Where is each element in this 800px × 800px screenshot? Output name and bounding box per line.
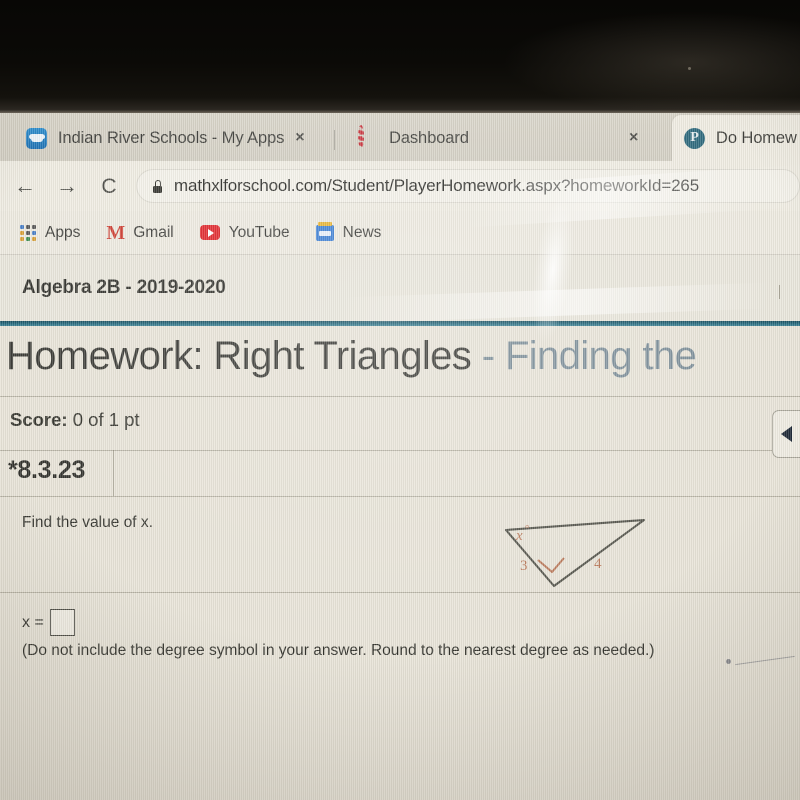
photo-artifact-mark — [779, 285, 780, 299]
browser-tab-title: Dashboard — [389, 128, 469, 147]
browser-toolbar: ← → C mathxlforschool.com/Student/Player… — [0, 161, 800, 211]
youtube-icon — [199, 225, 220, 240]
course-header-rule — [0, 321, 800, 326]
browser-tab-close-icon[interactable]: × — [295, 130, 304, 146]
browser-tab-close-icon[interactable]: × — [629, 130, 638, 146]
bookmark-label: Gmail — [133, 223, 174, 241]
screenshot-root: Indian River Schools - My Apps × Dashboa… — [0, 0, 800, 800]
tab-separator — [334, 130, 335, 150]
apps-grid-icon — [20, 224, 36, 241]
question-prompt: Find the value of x. — [22, 514, 153, 531]
divider-below-question-number — [0, 496, 800, 497]
gmail-icon: M — [106, 221, 125, 244]
answer-instructions: (Do not include the degree symbol in you… — [22, 642, 655, 659]
divider-below-score — [0, 450, 800, 451]
bookmarks-bar: Apps M Gmail YouTube News — [0, 211, 800, 255]
course-name: Algebra 2B - 2019-2020 — [22, 277, 226, 298]
divider-above-score — [0, 396, 800, 397]
address-bar[interactable]: mathxlforschool.com/Student/PlayerHomewo… — [136, 169, 800, 203]
triangle-svg — [504, 518, 646, 588]
monitor-bezel — [0, 0, 800, 113]
page-title-dash: - — [471, 334, 505, 378]
lock-icon — [152, 179, 163, 193]
back-icon[interactable]: ← — [8, 169, 42, 203]
cloud-icon — [26, 127, 47, 149]
page-title-tail: Finding the — [504, 334, 697, 378]
google-news-icon — [315, 222, 334, 241]
bookmark-label: Apps — [45, 223, 81, 241]
question-number-divider — [113, 450, 114, 496]
answer-input[interactable] — [49, 609, 75, 636]
right-triangle-figure: x ° 3 4 — [492, 508, 672, 603]
triangle-angle-label: x — [516, 528, 523, 544]
page-title: Homework: Right Triangles - Finding the — [6, 334, 800, 379]
bookmark-gmail[interactable]: M Gmail — [106, 223, 173, 243]
triangle-degree-symbol: ° — [525, 523, 530, 535]
question-number: *8.3.23 — [8, 456, 86, 484]
photo-artifact-mark — [726, 659, 731, 664]
bookmark-label: News — [342, 223, 382, 241]
previous-question-button[interactable] — [772, 410, 800, 458]
pearson-p-icon: P — [684, 127, 705, 149]
bookmark-label: YouTube — [228, 223, 290, 241]
score-value: 0 of 1 pt — [72, 409, 140, 430]
bookmark-youtube[interactable]: YouTube — [199, 223, 290, 242]
bookmark-apps[interactable]: Apps — [20, 224, 80, 242]
course-header: Algebra 2B - 2019-2020 — [0, 255, 800, 323]
browser-tab-strip: Indian River Schools - My Apps × Dashboa… — [0, 113, 800, 161]
address-bar-url: mathxlforschool.com/Student/PlayerHomewo… — [174, 176, 700, 195]
triangle-side-left-label: 3 — [520, 558, 528, 574]
browser-tab-do-homework[interactable]: P Do Homew — [672, 115, 800, 161]
canvas-ring-icon — [357, 124, 378, 149]
page-title-main: Homework: Right Triangles — [6, 334, 472, 378]
answer-row: x = — [22, 609, 75, 636]
forward-icon[interactable]: → — [50, 169, 84, 203]
divider-above-answer — [0, 592, 800, 593]
triangle-side-right-label: 4 — [594, 556, 602, 572]
browser-tab-indian-river-schools[interactable]: Indian River Schools - My Apps × — [14, 115, 334, 161]
browser-tab-dashboard[interactable]: Dashboard × — [345, 115, 665, 161]
bookmark-news[interactable]: News — [315, 222, 382, 242]
score-line: Score: 0 of 1 pt — [10, 409, 140, 431]
bezel-speck — [688, 67, 691, 70]
score-label: Score: — [10, 409, 68, 430]
right-angle-marker — [537, 557, 565, 574]
answer-prefix: x = — [22, 613, 44, 631]
reload-icon[interactable]: C — [92, 169, 126, 203]
browser-tab-title: Do Homew — [716, 128, 797, 147]
browser-tab-title: Indian River Schools - My Apps — [58, 128, 285, 147]
